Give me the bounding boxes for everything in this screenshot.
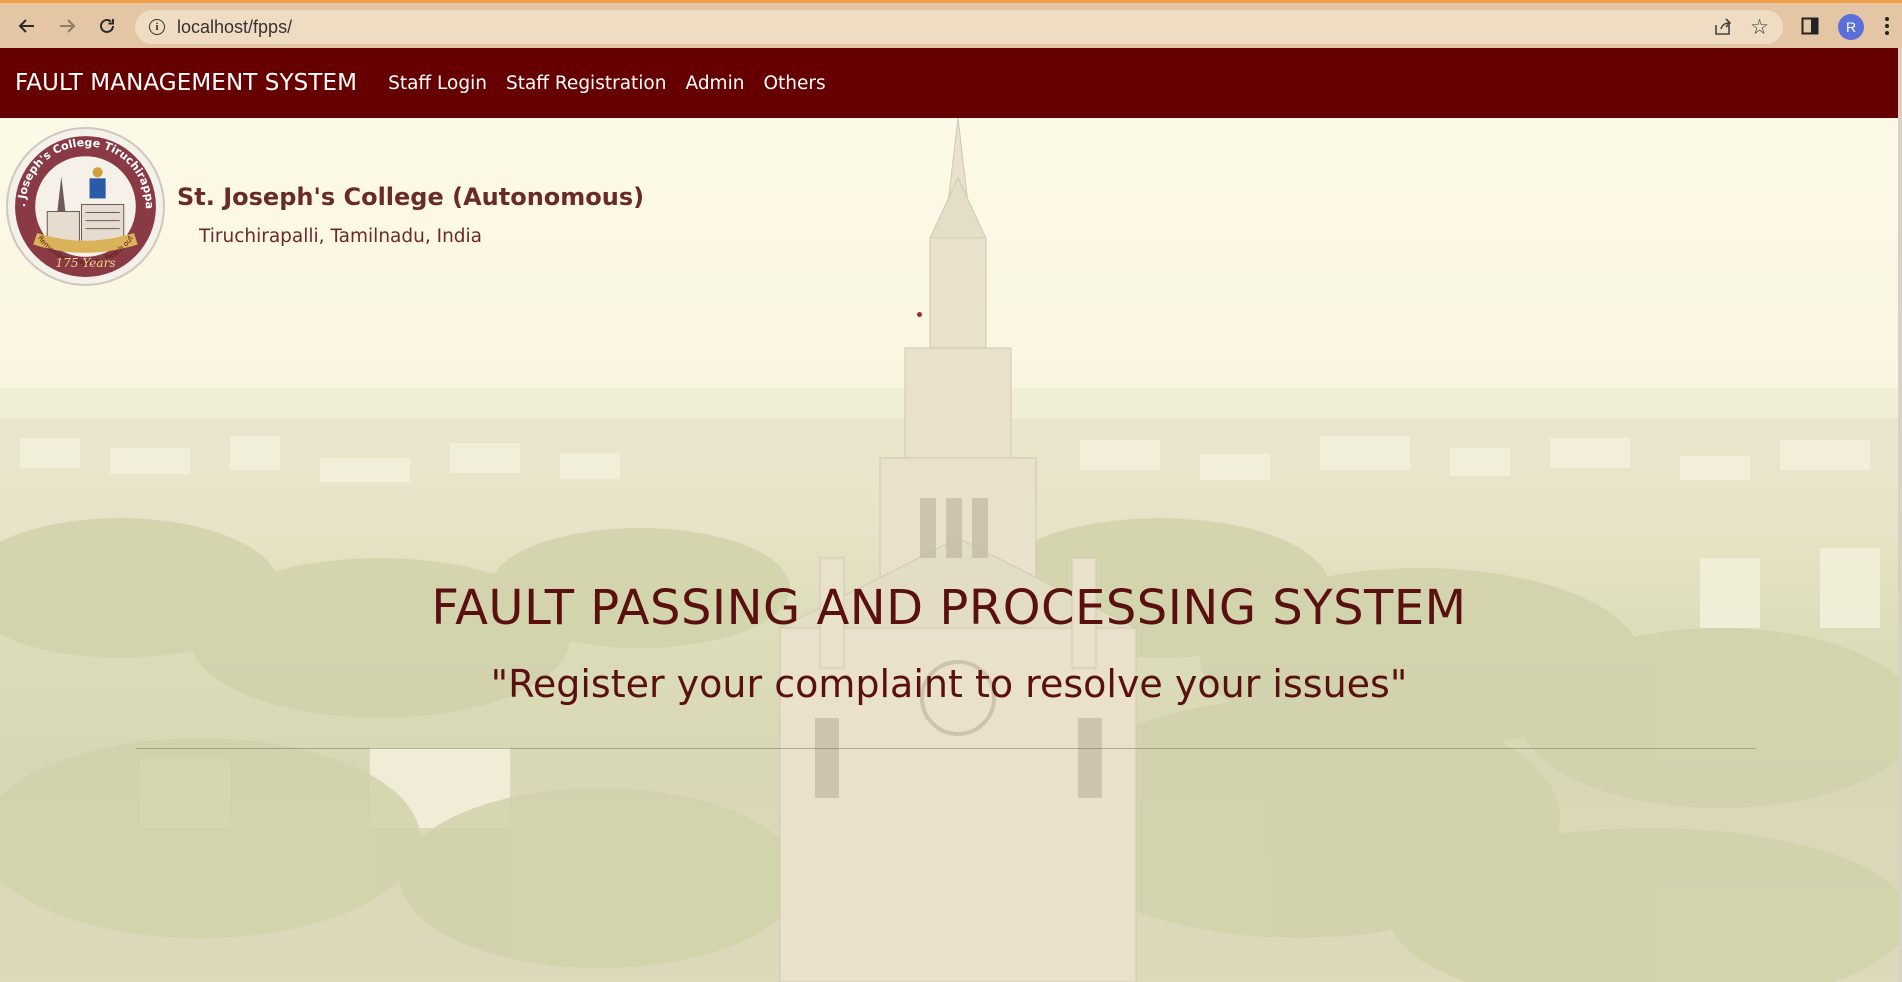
reload-icon[interactable] [92,11,122,41]
nav-link-staff-login[interactable]: Staff Login [388,73,487,94]
college-name: St. Joseph's College (Autonomous) [177,183,645,211]
side-panel-icon[interactable] [1801,17,1819,39]
hero-overlay [0,118,1898,982]
college-location: Tiruchirapalli, Tamilnadu, India [199,226,483,247]
address-bar[interactable]: i localhost/fpps/ ☆ [135,10,1783,44]
hero-title: FAULT PASSING AND PROCESSING SYSTEM [431,580,1467,636]
profile-avatar[interactable]: R [1838,14,1864,40]
nav-link-others[interactable]: Others [763,73,825,94]
hero-section: St. Joseph's College Tiruchirappalli Rem… [0,118,1898,982]
back-arrow-icon[interactable] [12,11,42,41]
navbar-links: Staff Login Staff Registration Admin Oth… [369,73,826,94]
browser-toolbar: i localhost/fpps/ ☆ R [0,0,1902,48]
kebab-menu-icon[interactable] [1884,15,1890,41]
share-icon[interactable] [1713,17,1733,41]
nav-link-admin[interactable]: Admin [685,73,744,94]
navbar-brand[interactable]: FAULT MANAGEMENT SYSTEM [15,70,357,96]
url-text[interactable]: localhost/fpps/ [177,17,292,38]
info-icon[interactable]: i [149,19,165,35]
star-icon[interactable]: ☆ [1750,15,1769,39]
nav-link-staff-registration[interactable]: Staff Registration [506,73,667,94]
hero-tagline: "Register your complaint to resolve your… [490,662,1408,706]
site-navbar: FAULT MANAGEMENT SYSTEM Staff Login Staf… [0,48,1898,118]
logo-badge-text: 175 Years [55,256,115,270]
college-logo: St. Joseph's College Tiruchirappalli Rem… [5,126,165,286]
red-dot-marker [917,312,922,317]
page-scrollbar[interactable] [1898,48,1902,982]
hero-divider [136,748,1756,749]
forward-arrow-icon[interactable] [52,11,82,41]
